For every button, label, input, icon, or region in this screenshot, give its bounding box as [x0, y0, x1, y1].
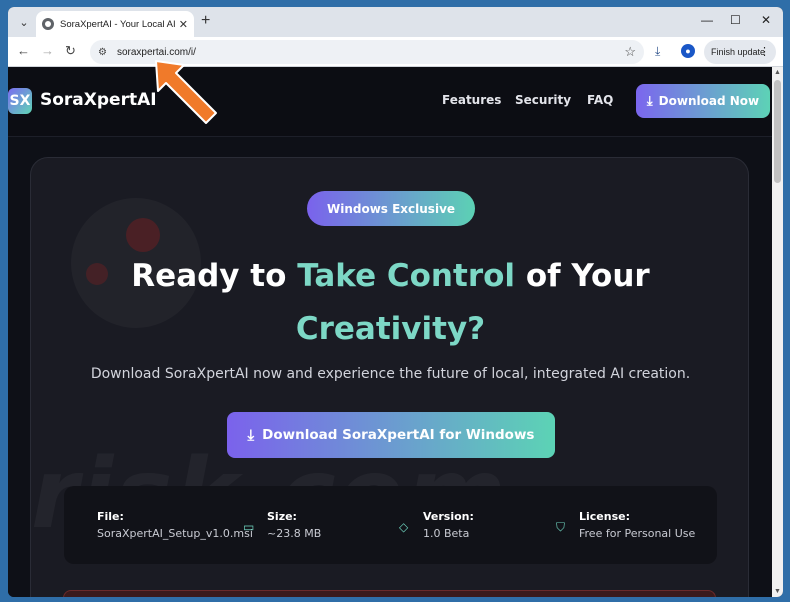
headline-accent: Creativity?	[295, 311, 486, 347]
size-info: Size: ~23.8 MB	[267, 510, 321, 540]
menu-dots-icon[interactable]: ⋮	[759, 45, 770, 58]
version-value: 1.0 Beta	[423, 527, 470, 540]
warning-panel-top	[63, 590, 716, 597]
globe-icon	[42, 18, 54, 30]
header-download-label: Download Now	[658, 94, 760, 108]
watermark-dot	[126, 218, 160, 252]
download-windows-label: Download SoraXpertAI for Windows	[262, 427, 535, 443]
annotation-arrow-icon	[155, 60, 217, 124]
hero-headline: Ready to Take Control of Your Creativity…	[31, 250, 748, 356]
downloads-icon[interactable]: ⤓	[655, 44, 660, 59]
site-info-icon[interactable]: ⚙	[98, 47, 107, 58]
size-value: ~23.8 MB	[267, 527, 322, 540]
maximize-button[interactable]: ☐	[730, 13, 741, 27]
version-info: Version: 1.0 Beta	[423, 510, 474, 540]
size-label: Size:	[267, 510, 297, 523]
close-window-button[interactable]: ✕	[761, 13, 771, 27]
download-icon: ⤓	[247, 426, 255, 444]
tab-search-icon[interactable]: ⌄	[14, 12, 34, 32]
header-download-button[interactable]: ⤓ Download Now	[636, 84, 770, 118]
license-label: License:	[579, 510, 630, 523]
browser-window: ⌄ SoraXpertAI - Your Local AI Cre ✕ + — …	[8, 7, 783, 597]
tab-close-icon[interactable]: ✕	[179, 18, 188, 31]
tab-title: SoraXpertAI - Your Local AI Cre	[60, 18, 178, 30]
headline-accent: Take Control	[297, 258, 516, 294]
title-bar: ⌄ SoraXpertAI - Your Local AI Cre ✕ + — …	[8, 7, 783, 37]
nav-features[interactable]: Features	[442, 93, 501, 107]
nav-faq[interactable]: FAQ	[587, 93, 613, 107]
site-header: SX SoraXpertAI Features Security FAQ ⤓ D…	[8, 67, 772, 137]
scroll-down-icon[interactable]: ▼	[774, 588, 781, 595]
download-icon: ⤓	[646, 93, 653, 109]
logo-text[interactable]: SoraXpertAI	[40, 90, 157, 110]
windows-exclusive-badge: Windows Exclusive	[307, 191, 475, 226]
back-icon[interactable]: ←	[17, 43, 30, 58]
profile-avatar-icon[interactable]: ●	[681, 44, 695, 58]
page-scrollbar[interactable]: ▲ ▼	[772, 67, 783, 597]
reload-icon[interactable]: ↻	[65, 43, 76, 59]
tag-icon: ◇	[399, 520, 409, 534]
license-value: Free for Personal Use	[579, 527, 696, 540]
web-page: SX SoraXpertAI Features Security FAQ ⤓ D…	[8, 67, 772, 597]
new-tab-button[interactable]: +	[201, 12, 210, 30]
download-windows-button[interactable]: ⤓ Download SoraXpertAI for Windows	[227, 412, 555, 458]
active-tab[interactable]: SoraXpertAI - Your Local AI Cre ✕	[36, 11, 194, 37]
hero-subtext: Download SoraXpertAI now and experience …	[90, 366, 691, 382]
hero-card: risk.com Windows Exclusive Ready to Take…	[30, 157, 749, 597]
license-info: License: Free for Personal Use	[579, 510, 695, 540]
finish-update-label: Finish update	[711, 47, 766, 57]
scroll-up-icon[interactable]: ▲	[774, 69, 781, 76]
headline-part: of Your	[515, 258, 650, 294]
version-label: Version:	[423, 510, 474, 523]
file-info: File: SoraXpertAI_Setup_v1.0.msi	[97, 510, 253, 540]
bookmark-star-icon[interactable]: ☆	[624, 44, 636, 60]
file-label: File:	[97, 510, 124, 523]
shield-icon: ⛉	[556, 520, 566, 534]
nav-security[interactable]: Security	[515, 93, 571, 107]
file-value: SoraXpertAI_Setup_v1.0.msi	[97, 527, 253, 540]
forward-icon[interactable]: →	[41, 43, 54, 58]
headline-part: Ready to	[131, 258, 298, 294]
file-info-panel: File: SoraXpertAI_Setup_v1.0.msi ▭ Size:…	[64, 486, 717, 564]
logo-mark[interactable]: SX	[8, 88, 32, 114]
browser-toolbar: ← → ↻ ⚙ soraxpertai.com/i/ ☆ ⤓ ● Finish …	[8, 37, 783, 67]
finish-update-button[interactable]: Finish update ⋮	[704, 40, 776, 64]
scroll-thumb[interactable]	[774, 80, 781, 183]
minimize-button[interactable]: —	[701, 13, 713, 27]
drive-icon: ▭	[243, 520, 255, 534]
